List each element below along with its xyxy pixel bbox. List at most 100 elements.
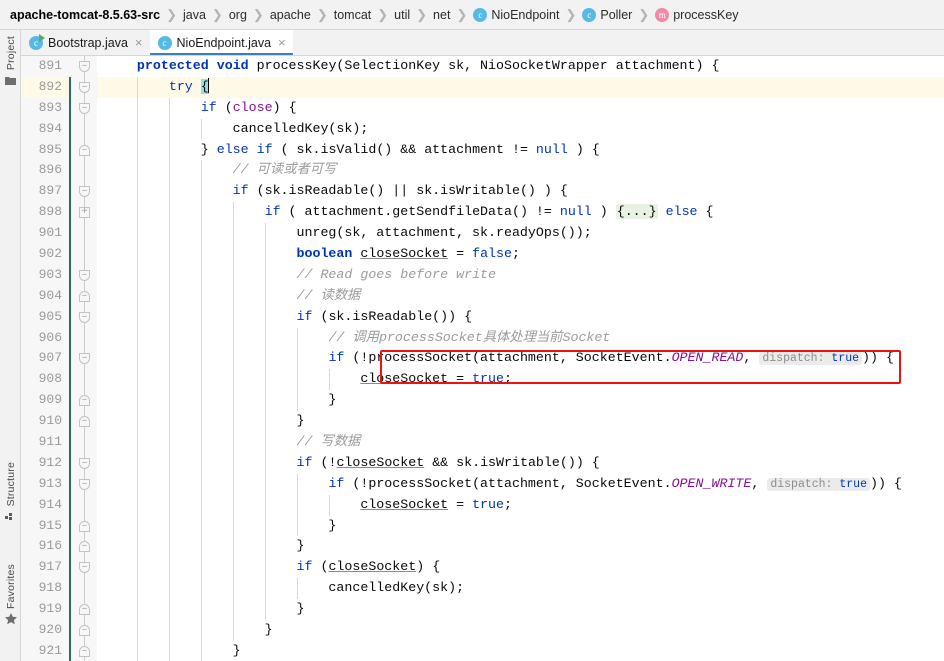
fold-collapse-icon[interactable]: – [79, 395, 90, 406]
gutter-fold-column[interactable]: – [69, 474, 97, 495]
breadcrumb-item-tomcat[interactable]: tomcat [334, 8, 372, 22]
gutter-fold-column[interactable]: – [69, 286, 97, 307]
breadcrumb-item-util[interactable]: util [394, 8, 410, 22]
gutter-fold-column[interactable]: – [69, 140, 97, 161]
gutter-fold-column[interactable]: – [69, 265, 97, 286]
fold-collapse-icon[interactable]: – [79, 353, 90, 364]
code-line-text: } [97, 641, 944, 661]
code-line[interactable]: 903– // Read goes before write [21, 265, 944, 286]
gutter-fold-column[interactable]: – [69, 453, 97, 474]
breadcrumb-item-apache[interactable]: apache [270, 8, 311, 22]
gutter-fold-column[interactable]: – [69, 307, 97, 328]
code-line[interactable]: 902 boolean closeSocket = false; [21, 244, 944, 265]
gutter-fold-column[interactable]: – [69, 181, 97, 202]
gutter-fold-column[interactable]: – [69, 620, 97, 641]
code-line[interactable]: 917– if (closeSocket) { [21, 557, 944, 578]
gutter-fold-column[interactable] [69, 328, 97, 349]
gutter-fold-column[interactable]: – [69, 411, 97, 432]
breadcrumb-item-apache-tomcat-8-5-63-src[interactable]: apache-tomcat-8.5.63-src [10, 8, 160, 22]
gutter-fold-column[interactable]: – [69, 390, 97, 411]
fold-collapse-icon[interactable]: – [79, 82, 90, 93]
code-line[interactable]: 897– if (sk.isReadable() || sk.isWritabl… [21, 181, 944, 202]
gutter-fold-column[interactable] [69, 495, 97, 516]
breadcrumb-item-org[interactable]: org [229, 8, 247, 22]
breadcrumb-item-poller[interactable]: cPoller [582, 8, 632, 22]
breadcrumb-item-java[interactable]: java [183, 8, 206, 22]
code-line[interactable]: 892– try { [21, 77, 944, 98]
gutter-fold-column[interactable] [69, 432, 97, 453]
indent-guide [265, 265, 266, 286]
code-line[interactable]: 906 // 调用processSocket具体处理当前Socket [21, 328, 944, 349]
fold-collapse-icon[interactable]: – [79, 521, 90, 532]
fold-collapse-icon[interactable]: – [79, 291, 90, 302]
fold-expand-icon[interactable]: + [79, 207, 90, 218]
code-line[interactable]: 913– if (!processSocket(attachment, Sock… [21, 474, 944, 495]
gutter-fold-column[interactable]: – [69, 56, 97, 77]
fold-collapse-icon[interactable]: – [79, 458, 90, 469]
code-line[interactable]: 910– } [21, 411, 944, 432]
fold-collapse-icon[interactable]: – [79, 145, 90, 156]
code-line[interactable]: 918 cancelledKey(sk); [21, 578, 944, 599]
gutter-fold-column[interactable]: – [69, 348, 97, 369]
gutter-fold-column[interactable] [69, 244, 97, 265]
code-line[interactable]: 912– if (!closeSocket && sk.isWritable()… [21, 453, 944, 474]
code-line[interactable]: 891– protected void processKey(Selection… [21, 56, 944, 77]
code-line[interactable]: 895– } else if ( sk.isValid() && attachm… [21, 140, 944, 161]
fold-collapse-icon[interactable]: – [79, 103, 90, 114]
fold-collapse-icon[interactable]: – [79, 625, 90, 636]
gutter-fold-column[interactable] [69, 160, 97, 181]
code-line[interactable]: 907– if (!processSocket(attachment, Sock… [21, 348, 944, 369]
code-line[interactable]: 921– } [21, 641, 944, 661]
gutter-fold-column[interactable]: – [69, 77, 97, 98]
fold-collapse-icon[interactable]: – [79, 270, 90, 281]
fold-collapse-icon[interactable]: – [79, 646, 90, 657]
fold-collapse-icon[interactable]: – [79, 479, 90, 490]
fold-collapse-icon[interactable]: – [79, 186, 90, 197]
code-line[interactable]: 908 closeSocket = true; [21, 369, 944, 390]
tool-window-button-project[interactable]: Project [0, 36, 21, 91]
breadcrumb-item-net[interactable]: net [433, 8, 450, 22]
close-icon[interactable]: × [278, 36, 286, 49]
gutter-fold-column[interactable] [69, 119, 97, 140]
close-icon[interactable]: × [135, 36, 143, 49]
code-line[interactable]: 916– } [21, 536, 944, 557]
code-line[interactable]: 905– if (sk.isReadable()) { [21, 307, 944, 328]
editor-tab-bootstrap[interactable]: cBootstrap.java× [21, 30, 150, 55]
editor-tab-nioendpoint[interactable]: cNioEndpoint.java× [150, 30, 293, 55]
breadcrumb-item-nioendpoint[interactable]: cNioEndpoint [473, 8, 559, 22]
code-line[interactable]: 920– } [21, 620, 944, 641]
gutter-fold-column[interactable]: – [69, 516, 97, 537]
code-line[interactable]: 911 // 写数据 [21, 432, 944, 453]
code-line[interactable]: 904– // 读数据 [21, 286, 944, 307]
tool-window-button-favorites[interactable]: Favorites [0, 564, 21, 630]
code-line[interactable]: 901 unreg(sk, attachment, sk.readyOps())… [21, 223, 944, 244]
fold-collapse-icon[interactable]: – [79, 61, 90, 72]
gutter-fold-column[interactable]: – [69, 557, 97, 578]
code-editor[interactable]: 891– protected void processKey(Selection… [21, 56, 944, 661]
gutter-fold-column[interactable]: – [69, 599, 97, 620]
code-line[interactable]: 894 cancelledKey(sk); [21, 119, 944, 140]
gutter-fold-column[interactable] [69, 223, 97, 244]
code-line[interactable]: 914 closeSocket = true; [21, 495, 944, 516]
fold-collapse-icon[interactable]: – [79, 416, 90, 427]
gutter-fold-column[interactable]: – [69, 98, 97, 119]
gutter-fold-column[interactable]: – [69, 641, 97, 661]
code-line[interactable]: 898+ if ( attachment.getSendfileData() !… [21, 202, 944, 223]
gutter-fold-column[interactable]: + [69, 202, 97, 223]
fold-collapse-icon[interactable]: – [79, 312, 90, 323]
code-line[interactable]: 919– } [21, 599, 944, 620]
line-number: 911 [21, 432, 69, 453]
breadcrumb-item-processkey[interactable]: mprocessKey [655, 8, 738, 22]
gutter-fold-column[interactable] [69, 578, 97, 599]
fold-collapse-icon[interactable]: – [79, 541, 90, 552]
code-line-text: if (!processSocket(attachment, SocketEve… [97, 348, 944, 369]
code-line[interactable]: 896 // 可读或者可写 [21, 160, 944, 181]
code-line[interactable]: 909– } [21, 390, 944, 411]
fold-collapse-icon[interactable]: – [79, 604, 90, 615]
code-line[interactable]: 893– if (close) { [21, 98, 944, 119]
tool-window-button-structure[interactable]: Structure [0, 462, 21, 527]
code-line[interactable]: 915– } [21, 516, 944, 537]
gutter-fold-column[interactable] [69, 369, 97, 390]
fold-collapse-icon[interactable]: – [79, 562, 90, 573]
gutter-fold-column[interactable]: – [69, 536, 97, 557]
